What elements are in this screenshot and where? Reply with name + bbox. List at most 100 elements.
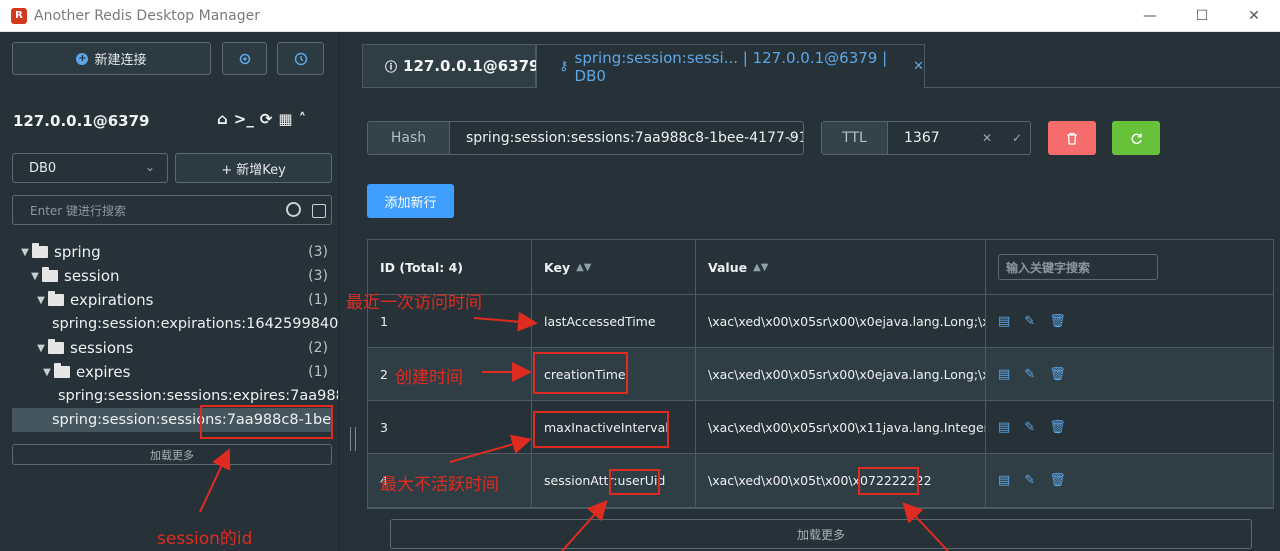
delete-icon[interactable]: 🗑	[1049, 367, 1066, 382]
view-icon[interactable]: ▤	[998, 314, 1010, 329]
chevron-up-icon[interactable]: ˄	[299, 110, 307, 128]
cell-key: lastAccessedTime	[532, 295, 696, 347]
tree-label: spring:session:expirations:16425998400..…	[52, 316, 338, 332]
caret-down-icon: ▼	[31, 270, 39, 282]
table-row: 1 lastAccessedTime \xac\xed\x00\x05sr\x0…	[368, 295, 1273, 348]
view-icon[interactable]: ▤	[998, 367, 1010, 382]
ttl-group: TTL 1367 ✕ ✓	[821, 121, 1031, 155]
annotation-box-user-uid	[609, 469, 660, 495]
annotation-creation: 创建时间	[395, 368, 463, 388]
window-title: Another Redis Desktop Manager	[34, 7, 260, 24]
refresh-icon[interactable]: ⟳	[260, 110, 273, 128]
caret-down-icon: ▼	[37, 342, 45, 354]
table-row: 2 creationTime \xac\xed\x00\x05sr\x00\x0…	[368, 348, 1273, 401]
key-name-input[interactable]: spring:session:sessions:7aa988c8-1bee-41…	[450, 122, 803, 154]
exact-match-checkbox[interactable]	[312, 204, 326, 218]
key-icon: ⚷	[559, 59, 569, 74]
table-row: 3 maxInactiveInterval \xac\xed\x00\x05sr…	[368, 401, 1273, 454]
settings-button[interactable]	[222, 42, 267, 75]
edit-icon[interactable]: ✎	[1024, 473, 1035, 488]
add-row-button[interactable]: 添加新行	[367, 184, 454, 218]
edit-icon[interactable]: ✎	[1024, 314, 1035, 329]
tree-folder-session[interactable]: ▼ session (3)	[0, 264, 338, 288]
caret-down-icon: ▼	[37, 294, 45, 306]
search-placeholder: Enter 键进行搜索	[30, 203, 127, 218]
tree-folder-expires[interactable]: ▼ expires (1)	[0, 360, 338, 384]
home-icon[interactable]: ⌂	[217, 110, 228, 128]
tree-count: (2)	[308, 340, 328, 356]
sidebar-load-more-button[interactable]: 加载更多	[12, 444, 332, 465]
tree-folder-spring[interactable]: ▼ spring (3)	[0, 240, 338, 264]
tab-key-detail[interactable]: ⚷ spring:session:sessi... | 127.0.0.1@63…	[536, 44, 925, 88]
gear-icon	[239, 53, 250, 64]
caret-down-icon: ▼	[21, 246, 29, 258]
tab-divider	[925, 87, 1280, 88]
tree-count: (1)	[308, 364, 328, 380]
keyword-placeholder: 输入关键字搜索	[1006, 260, 1091, 275]
tree-label: expirations	[70, 291, 154, 309]
grid-icon[interactable]: ▦	[278, 110, 292, 128]
maximize-button[interactable]: ☐	[1176, 0, 1228, 32]
tree-folder-expirations[interactable]: ▼ expirations (1)	[0, 288, 338, 312]
folder-icon	[48, 339, 64, 354]
connection-name[interactable]: 127.0.0.1@6379	[13, 112, 149, 130]
search-icon[interactable]	[286, 202, 301, 217]
folder-icon	[32, 243, 48, 258]
cell-value: \xac\xed\x00\x05sr\x00\x11java.lang.Inte…	[696, 401, 986, 453]
add-key-label: + 新增Key	[221, 162, 286, 178]
cell-value: \xac\xed\x00\x05sr\x00\x0ejava.lang.Long…	[696, 348, 986, 400]
key-name-value: spring:session:sessions:7aa988c8-1bee-41…	[466, 130, 803, 146]
header-value-label: Value	[708, 259, 748, 275]
clear-icon[interactable]: ✕	[982, 131, 992, 145]
view-icon[interactable]: ▤	[998, 473, 1010, 488]
tab-connection-info[interactable]: ⓘ 127.0.0.1@6379	[362, 44, 539, 88]
annotation-last-access: 最近一次访问时间	[346, 293, 482, 313]
edit-icon[interactable]: ✎	[1024, 367, 1035, 382]
close-tab-icon[interactable]: ✕	[913, 59, 924, 74]
keyword-search-input[interactable]: 输入关键字搜索	[998, 254, 1158, 280]
delete-key-button[interactable]	[1048, 121, 1096, 155]
sort-icon[interactable]: ▲▼	[576, 262, 591, 273]
delete-icon[interactable]: 🗑	[1049, 420, 1066, 435]
connection-toolbar: ⌂ >_ ⟳ ▦ ˄	[217, 110, 306, 128]
history-button[interactable]	[277, 42, 324, 75]
header-key[interactable]: Key ▲▼	[532, 240, 696, 294]
check-icon[interactable]: ✓	[1012, 131, 1022, 145]
ttl-value: 1367	[904, 130, 940, 146]
key-search-input[interactable]: Enter 键进行搜索	[12, 195, 332, 225]
table-load-more-button[interactable]: 加载更多	[390, 519, 1252, 549]
delete-icon[interactable]: 🗑	[1049, 314, 1066, 329]
tree-folder-sessions[interactable]: ▼ sessions (2)	[0, 336, 338, 360]
header-key-label: Key	[544, 259, 571, 275]
check-icon[interactable]: ✓	[787, 131, 797, 145]
annotation-max-inactive: 最大不活跃时间	[380, 475, 499, 495]
close-window-button[interactable]: ✕	[1228, 0, 1280, 32]
refresh-icon	[1130, 133, 1142, 144]
delete-icon[interactable]: 🗑	[1049, 473, 1066, 488]
edit-icon[interactable]: ✎	[1024, 420, 1035, 435]
tree-count: (3)	[308, 244, 328, 260]
ttl-input[interactable]: 1367 ✕ ✓	[888, 122, 1030, 154]
tree-count: (3)	[308, 268, 328, 284]
minimize-button[interactable]: —	[1124, 0, 1176, 32]
annotation-session-id: session的id	[157, 529, 253, 549]
new-connection-button[interactable]: + 新建连接	[12, 42, 211, 75]
key-type-label: Hash	[368, 122, 450, 154]
tree-key-expirations[interactable]: spring:session:expirations:16425998400..…	[0, 312, 338, 336]
resize-handle[interactable]	[350, 427, 356, 451]
cell-actions: ▤ ✎ 🗑	[986, 348, 1273, 400]
db-select[interactable]: DB0 ⌄	[12, 153, 168, 183]
header-id: ID (Total: 4)	[368, 240, 532, 294]
terminal-icon[interactable]: >_	[234, 110, 254, 128]
table-header-row: ID (Total: 4) Key ▲▼ Value ▲▼ 输入关键字搜索	[368, 240, 1273, 295]
header-value[interactable]: Value ▲▼	[696, 240, 986, 294]
sort-icon[interactable]: ▲▼	[753, 262, 768, 273]
tree-count: (1)	[308, 292, 328, 308]
annotation-box-session-id	[200, 405, 333, 439]
add-key-button[interactable]: + 新增Key	[175, 153, 332, 183]
refresh-key-button[interactable]	[1112, 121, 1160, 155]
folder-icon	[42, 267, 58, 282]
view-icon[interactable]: ▤	[998, 420, 1010, 435]
chevron-down-icon: ⌄	[144, 160, 155, 174]
tree-label: spring:session:sessions:expires:7aa988c.…	[58, 388, 338, 404]
